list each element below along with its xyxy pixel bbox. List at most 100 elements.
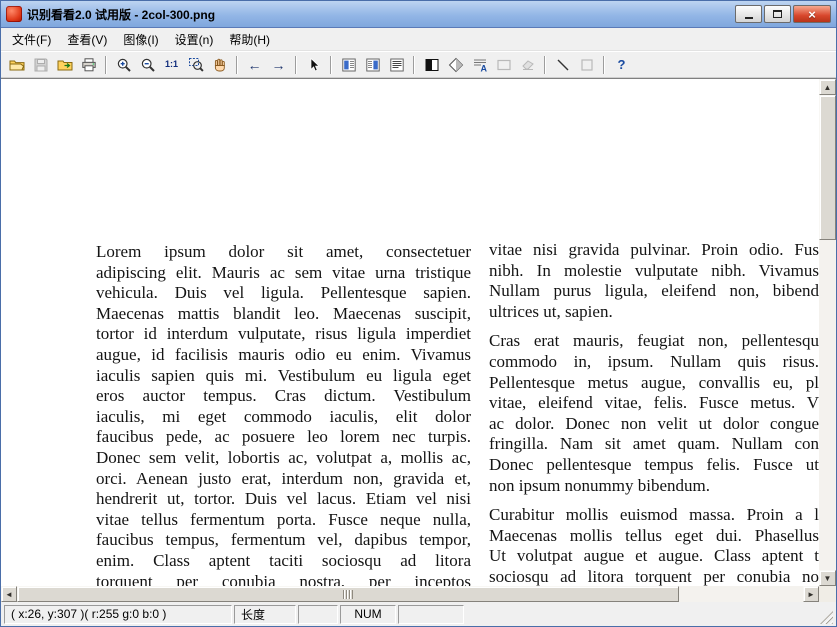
app-window: 识别看看2.0 试用版 - 2col-300.png × 文件(F) 查看(V) 图… bbox=[0, 0, 837, 627]
resize-grip[interactable] bbox=[820, 611, 833, 624]
select-region-button[interactable] bbox=[302, 54, 325, 76]
text-line: Donec pellentesque tempus felis. Fusce u… bbox=[489, 454, 819, 474]
text-column-left: Lorem ipsum dolor sit amet, consectetuer… bbox=[96, 242, 471, 586]
toolbar-separator bbox=[295, 55, 297, 74]
vertical-scroll-thumb[interactable] bbox=[819, 95, 836, 240]
printer-icon bbox=[81, 57, 97, 73]
one-to-one-icon: 1:1 bbox=[164, 59, 178, 69]
open-button[interactable] bbox=[5, 54, 28, 76]
line-icon bbox=[555, 57, 571, 73]
text-line: commodo in, ipsum. Nullam quis risus. bbox=[489, 351, 819, 371]
text-line: Ut volutpat augue et augue. Class aptent… bbox=[489, 546, 819, 566]
save-button bbox=[29, 54, 52, 76]
draw-rect-button bbox=[492, 54, 515, 76]
text-line: Cras erat mauris, feugiat non, pellentes… bbox=[489, 331, 819, 351]
layout-right-button[interactable] bbox=[361, 54, 384, 76]
layout-lines-button[interactable] bbox=[385, 54, 408, 76]
zoom-out-button[interactable] bbox=[136, 54, 159, 76]
toolbar: 1:1 ← → A? bbox=[1, 51, 836, 78]
select-icon bbox=[306, 57, 322, 73]
scroll-grip-icon bbox=[343, 589, 353, 599]
text-line: orci. Aenean justo erat, interdum non, g… bbox=[96, 468, 471, 488]
menu-item-file[interactable]: 文件(F) bbox=[4, 28, 59, 51]
text-line: augue, id facilisis mauris odio eu enim.… bbox=[96, 344, 471, 364]
help-button[interactable]: ? bbox=[610, 54, 633, 76]
print-button[interactable] bbox=[77, 54, 100, 76]
svg-text:A: A bbox=[480, 63, 487, 73]
text-line: sociosqu ad litora torquent per conubia … bbox=[489, 566, 819, 586]
app-icon bbox=[6, 6, 22, 22]
layout-lines-icon bbox=[389, 57, 405, 73]
zoom-in-icon bbox=[116, 57, 132, 73]
text-line: Pellentesque metus augue, convallis eu, … bbox=[489, 372, 819, 392]
menu-item-help[interactable]: 帮助(H) bbox=[221, 28, 278, 51]
title-bar[interactable]: 识别看看2.0 试用版 - 2col-300.png × bbox=[1, 1, 836, 28]
paragraph: Lorem ipsum dolor sit amet, consectetuer… bbox=[96, 242, 471, 586]
status-pane-pane-3 bbox=[298, 604, 338, 624]
text-line: iaculis sapien quis mi. Vestibulum eu li… bbox=[96, 365, 471, 385]
window-title: 识别看看2.0 试用版 - 2col-300.png bbox=[27, 7, 216, 22]
minimize-icon bbox=[744, 17, 753, 19]
text-line: Nullam purus ligula, eleifend non, biben… bbox=[489, 281, 819, 301]
paragraph: vitae nisi gravida pulvinar. Proin odio.… bbox=[489, 240, 819, 322]
scroll-down-button[interactable]: ▼ bbox=[819, 570, 836, 586]
scroll-up-icon: ▲ bbox=[823, 82, 832, 92]
text-line: Lorem ipsum dolor sit amet, consectetuer bbox=[96, 242, 471, 261]
dither-icon bbox=[448, 57, 464, 73]
text-line: faucibus pede, ac posuere leo lorem nec … bbox=[96, 427, 471, 447]
maximize-button[interactable] bbox=[764, 5, 791, 23]
minimize-button[interactable] bbox=[735, 5, 762, 23]
zoom-area-button[interactable] bbox=[184, 54, 207, 76]
text-line: nibh. In molestie vulputate nibh. Vivamu… bbox=[489, 260, 819, 280]
toolbar-separator bbox=[105, 55, 107, 74]
document-canvas[interactable]: Lorem ipsum dolor sit amet, consectetuer… bbox=[1, 79, 819, 586]
folder-scan-icon bbox=[57, 57, 73, 73]
text-line: ac dolor. Donec non velit ut dolor congu… bbox=[489, 413, 819, 433]
vertical-scrollbar[interactable]: ▲ ▼ bbox=[819, 79, 836, 586]
actual-size-button[interactable]: 1:1 bbox=[160, 54, 183, 76]
layout-left-button[interactable] bbox=[337, 54, 360, 76]
hand-icon bbox=[212, 57, 228, 73]
save-icon bbox=[33, 57, 49, 73]
browse-button[interactable] bbox=[53, 54, 76, 76]
next-page-button[interactable]: → bbox=[267, 54, 290, 76]
text-column-right: vitae nisi gravida pulvinar. Proin odio.… bbox=[489, 240, 819, 586]
ocr-text-button[interactable]: A bbox=[468, 54, 491, 76]
status-pane-pane-5 bbox=[398, 604, 464, 624]
text-line: vitae, eleifend vitae, felis. Fusce metu… bbox=[489, 393, 819, 413]
menu-bar: 文件(F) 查看(V) 图像(I) 设置(n) 帮助(H) bbox=[1, 28, 836, 51]
menu-item-view[interactable]: 查看(V) bbox=[59, 28, 115, 51]
menu-item-image[interactable]: 图像(I) bbox=[115, 28, 166, 51]
toolbar-separator bbox=[236, 55, 238, 74]
status-pane-pixel-info: ( x:26, y:307 )( r:255 g:0 b:0 ) bbox=[4, 604, 232, 624]
dither-button[interactable] bbox=[444, 54, 467, 76]
eraser-icon bbox=[520, 57, 536, 73]
zoom-rect-icon bbox=[188, 57, 204, 73]
horizontal-scroll-thumb[interactable] bbox=[17, 586, 679, 602]
prev-page-button[interactable]: ← bbox=[243, 54, 266, 76]
scroll-up-button[interactable]: ▲ bbox=[819, 79, 836, 95]
invert-button[interactable] bbox=[420, 54, 443, 76]
scroll-left-button[interactable]: ◄ bbox=[1, 586, 17, 602]
zoom-out-icon bbox=[140, 57, 156, 73]
menu-item-settings[interactable]: 设置(n) bbox=[167, 28, 222, 51]
text-line: iaculis, mi eget commodo iaculis, elit d… bbox=[96, 406, 471, 426]
close-button[interactable]: × bbox=[793, 5, 831, 23]
draw-line-button[interactable] bbox=[551, 54, 574, 76]
layout-right-icon bbox=[365, 57, 381, 73]
scroll-down-icon: ▼ bbox=[823, 573, 832, 583]
ocr-text-icon: A bbox=[472, 57, 488, 73]
text-line: tortor id interdum vulputate, risus ligu… bbox=[96, 324, 471, 344]
pan-button[interactable] bbox=[208, 54, 231, 76]
status-bar: ( x:26, y:307 )( r:255 g:0 b:0 ) 长度 NUM bbox=[1, 601, 836, 626]
scrollbar-corner bbox=[819, 586, 836, 602]
scroll-right-button[interactable]: ► bbox=[803, 586, 819, 602]
text-line: vitae nisi gravida pulvinar. Proin odio.… bbox=[489, 240, 819, 259]
scroll-left-icon: ◄ bbox=[5, 589, 13, 599]
zoom-in-button[interactable] bbox=[112, 54, 135, 76]
close-icon: × bbox=[808, 6, 816, 22]
paragraph: Curabitur mollis euismod massa. Proin a … bbox=[489, 505, 819, 586]
horizontal-scrollbar[interactable]: ◄ ► bbox=[1, 586, 819, 602]
rect-icon bbox=[496, 57, 512, 73]
status-pane-num-lock: NUM bbox=[340, 604, 396, 624]
